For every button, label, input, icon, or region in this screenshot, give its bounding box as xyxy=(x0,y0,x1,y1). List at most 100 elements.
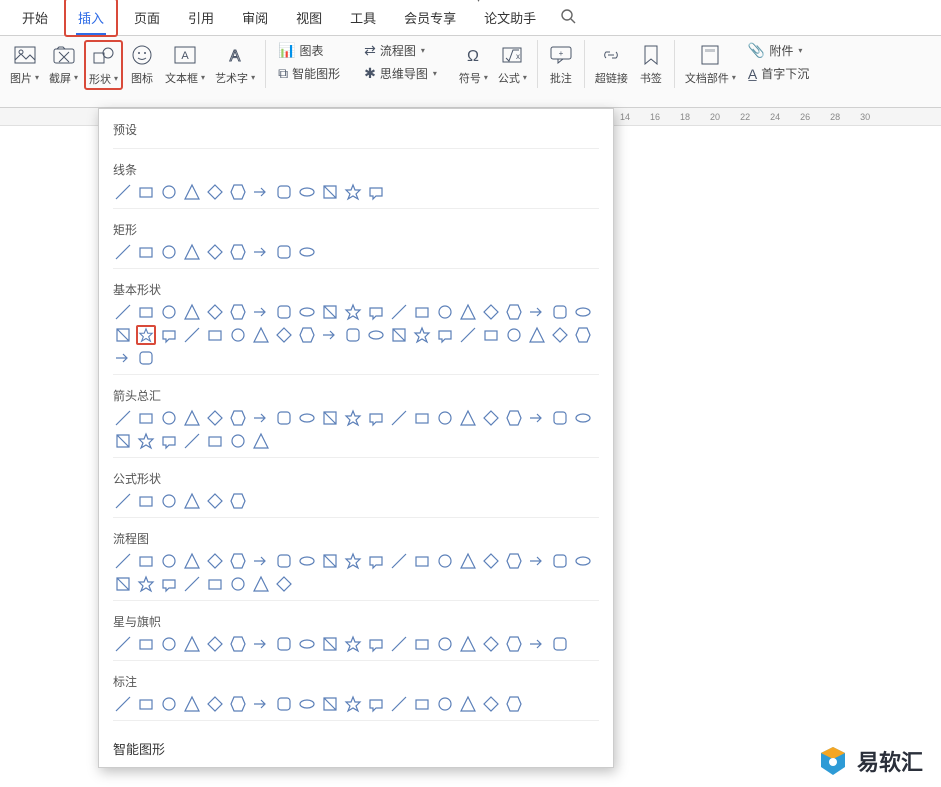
shape-item[interactable] xyxy=(412,694,432,714)
shape-item[interactable] xyxy=(320,634,340,654)
shape-item[interactable] xyxy=(527,408,547,428)
shape-item[interactable] xyxy=(159,242,179,262)
shape-item[interactable] xyxy=(504,408,524,428)
shape-item[interactable] xyxy=(205,408,225,428)
shape-item[interactable] xyxy=(343,634,363,654)
shape-item[interactable] xyxy=(182,694,202,714)
shape-item[interactable] xyxy=(136,348,156,368)
shape-item[interactable] xyxy=(573,551,593,571)
shape-item[interactable] xyxy=(136,551,156,571)
shape-item[interactable] xyxy=(573,408,593,428)
tab-start[interactable]: 开始 xyxy=(10,0,60,35)
shape-item[interactable] xyxy=(205,325,225,345)
shape-item[interactable] xyxy=(136,408,156,428)
shape-item[interactable] xyxy=(458,302,478,322)
shape-item[interactable] xyxy=(573,325,593,345)
ribbon-bookmark[interactable]: 书签 xyxy=(634,40,675,88)
shape-item[interactable] xyxy=(481,302,501,322)
tab-view[interactable]: 视图 xyxy=(284,0,334,35)
shape-item[interactable] xyxy=(435,302,455,322)
shape-item[interactable] xyxy=(113,348,133,368)
ribbon-mindmap[interactable]: ✱思维导图▾ xyxy=(358,63,443,84)
ribbon-comment[interactable]: + 批注 xyxy=(544,40,585,88)
shape-item[interactable] xyxy=(159,431,179,451)
shape-item[interactable] xyxy=(182,491,202,511)
shape-item[interactable] xyxy=(412,325,432,345)
shape-item[interactable] xyxy=(251,325,271,345)
shape-item[interactable] xyxy=(228,634,248,654)
shape-item[interactable] xyxy=(504,634,524,654)
ribbon-shapes[interactable]: 形状▾ xyxy=(84,40,123,90)
shape-item[interactable] xyxy=(251,242,271,262)
tab-page[interactable]: 页面 xyxy=(122,0,172,35)
shape-item[interactable] xyxy=(136,431,156,451)
ribbon-icons[interactable]: 图标 xyxy=(125,40,159,88)
shape-item[interactable] xyxy=(113,242,133,262)
shape-item[interactable] xyxy=(412,408,432,428)
shape-item[interactable] xyxy=(297,242,317,262)
shape-item[interactable] xyxy=(251,408,271,428)
shape-item[interactable] xyxy=(320,551,340,571)
shape-item[interactable] xyxy=(343,302,363,322)
shape-item[interactable] xyxy=(274,302,294,322)
shape-item[interactable] xyxy=(320,302,340,322)
shape-item[interactable] xyxy=(136,325,156,345)
ribbon-picture[interactable]: 图片▾ xyxy=(6,40,43,88)
shape-item[interactable] xyxy=(458,325,478,345)
shape-item[interactable] xyxy=(113,302,133,322)
shape-item[interactable] xyxy=(113,325,133,345)
shape-item[interactable] xyxy=(228,182,248,202)
tab-vip[interactable]: 会员专享 xyxy=(392,0,468,35)
shape-item[interactable] xyxy=(527,302,547,322)
shape-item[interactable] xyxy=(251,634,271,654)
shape-item[interactable] xyxy=(389,408,409,428)
shape-item[interactable] xyxy=(435,408,455,428)
shape-item[interactable] xyxy=(343,325,363,345)
shape-item[interactable] xyxy=(274,182,294,202)
ribbon-chart[interactable]: 📊图表 xyxy=(272,40,346,61)
shape-item[interactable] xyxy=(228,551,248,571)
shape-item[interactable] xyxy=(228,431,248,451)
shape-item[interactable] xyxy=(159,574,179,594)
shape-item[interactable] xyxy=(343,408,363,428)
shape-item[interactable] xyxy=(251,431,271,451)
search-icon[interactable] xyxy=(560,8,576,27)
shape-item[interactable] xyxy=(481,694,501,714)
shape-item[interactable] xyxy=(458,634,478,654)
shape-item[interactable] xyxy=(228,694,248,714)
shape-item[interactable] xyxy=(182,634,202,654)
shape-item[interactable] xyxy=(274,551,294,571)
ribbon-wordart[interactable]: A 艺术字▾ xyxy=(211,40,266,88)
shape-item[interactable] xyxy=(251,574,271,594)
shape-item[interactable] xyxy=(182,574,202,594)
shape-item[interactable] xyxy=(550,634,570,654)
shape-item[interactable] xyxy=(182,242,202,262)
shape-item[interactable] xyxy=(389,634,409,654)
shape-item[interactable] xyxy=(136,302,156,322)
shape-item[interactable] xyxy=(113,491,133,511)
shape-item[interactable] xyxy=(205,242,225,262)
shape-item[interactable] xyxy=(389,302,409,322)
shape-item[interactable] xyxy=(159,408,179,428)
shape-item[interactable] xyxy=(159,491,179,511)
shape-item[interactable] xyxy=(113,574,133,594)
ribbon-equation[interactable]: x 公式▾ xyxy=(494,40,538,88)
tab-insert[interactable]: 插入 xyxy=(64,0,118,37)
shape-item[interactable] xyxy=(274,325,294,345)
tab-thesis[interactable]: 论文助手 xyxy=(472,0,548,35)
shape-item[interactable] xyxy=(297,694,317,714)
shape-item[interactable] xyxy=(366,694,386,714)
shape-item[interactable] xyxy=(159,325,179,345)
shape-item[interactable] xyxy=(504,302,524,322)
shape-item[interactable] xyxy=(389,551,409,571)
shape-item[interactable] xyxy=(481,551,501,571)
shape-item[interactable] xyxy=(182,431,202,451)
shape-item[interactable] xyxy=(113,694,133,714)
ribbon-smartart[interactable]: ⧉智能图形 xyxy=(272,63,346,84)
shape-item[interactable] xyxy=(159,694,179,714)
shape-item[interactable] xyxy=(205,491,225,511)
shape-item[interactable] xyxy=(251,694,271,714)
shape-item[interactable] xyxy=(228,242,248,262)
shape-item[interactable] xyxy=(205,431,225,451)
shape-item[interactable] xyxy=(458,551,478,571)
